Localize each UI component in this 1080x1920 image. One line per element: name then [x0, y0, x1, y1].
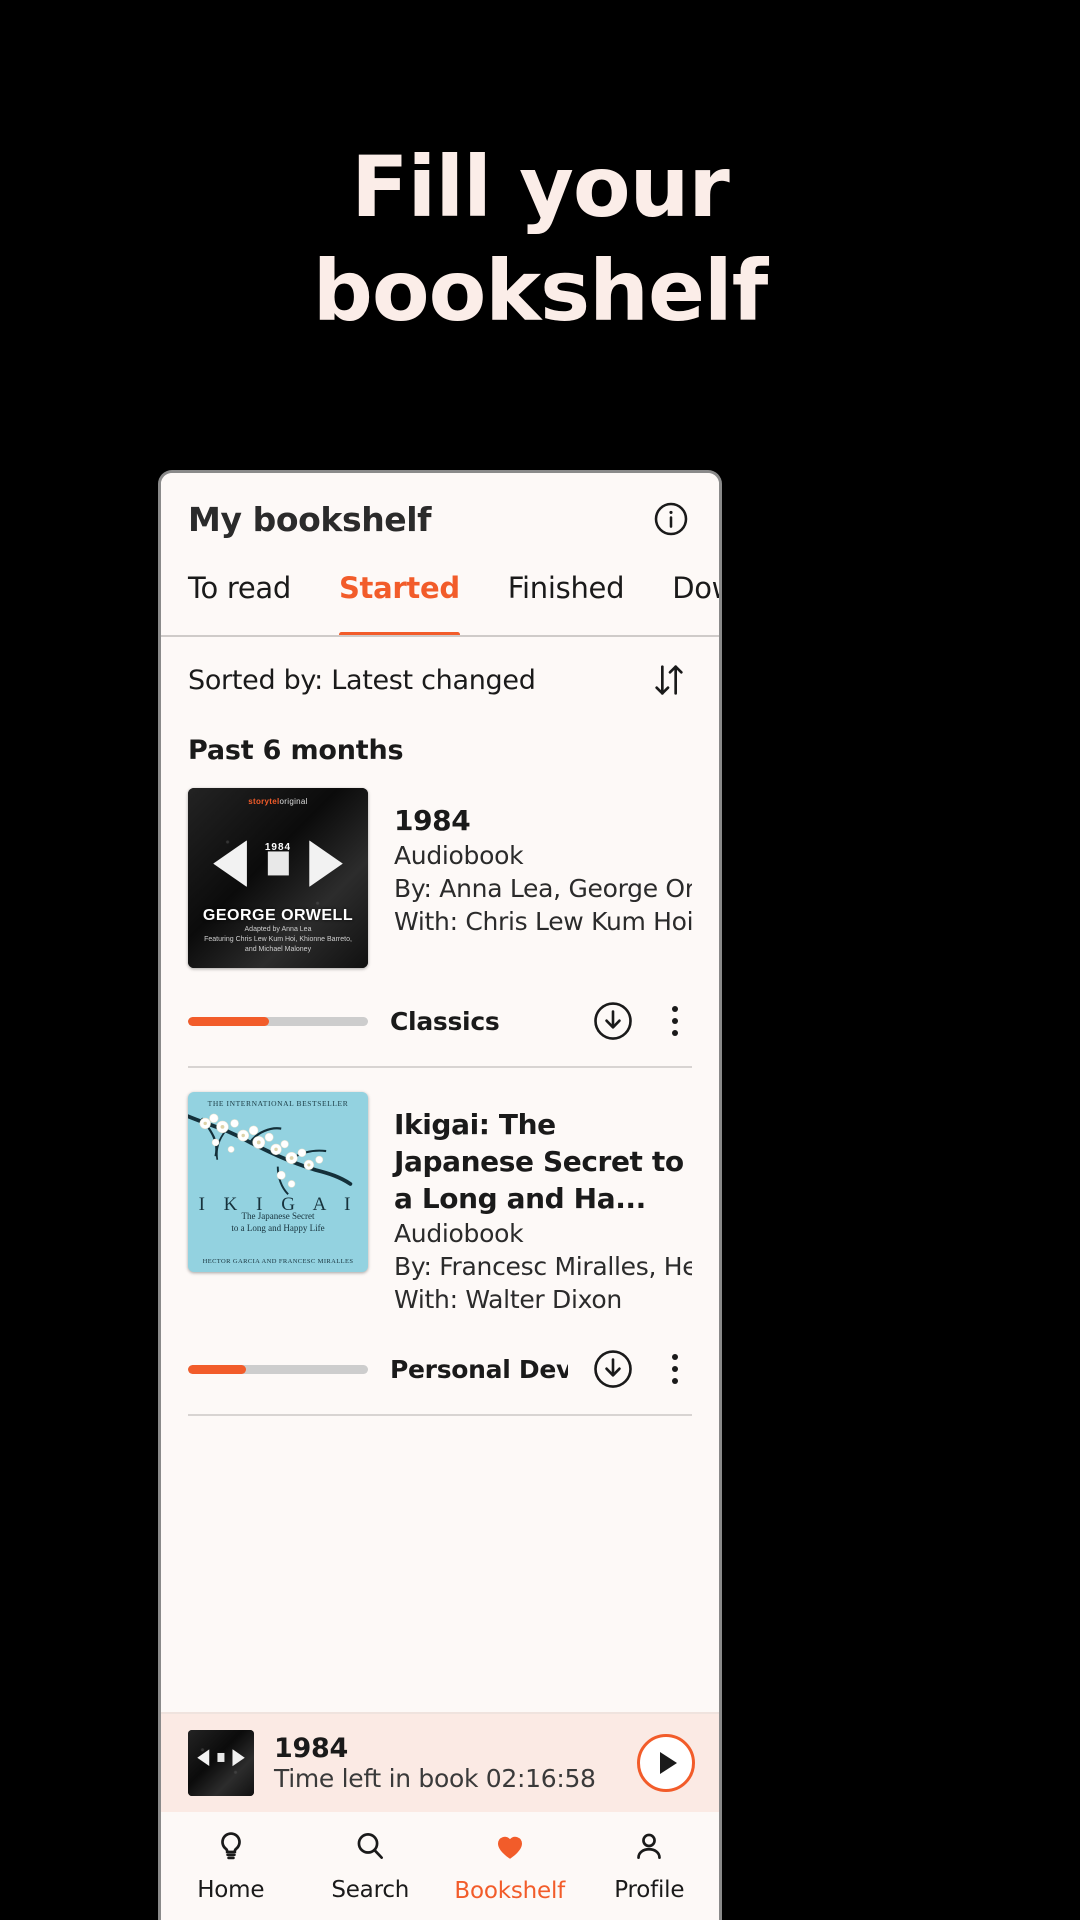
group-heading: Past 6 months [188, 735, 404, 766]
bookshelf-tabs[interactable]: To read Started Finished Downloa [161, 565, 719, 637]
cover-subtitle-line-2: to a Long and Happy Life [231, 1223, 325, 1234]
cover-blossom-art [188, 1114, 353, 1196]
book-progress-row: Personal Develop... [188, 1316, 692, 1414]
tab-label: Finished [507, 571, 625, 605]
download-circle-icon[interactable] [590, 998, 636, 1044]
cover-brand: storyteloriginal [188, 797, 368, 806]
cover-brand-original: original [279, 797, 308, 806]
phone-mockup: My bookshelf To read Started Finished Do… [158, 470, 722, 1920]
mini-player-time-left: Time left in book 02:16:58 [274, 1764, 596, 1793]
lightbulb-icon [214, 1829, 248, 1868]
headline-line-1: Fill your [351, 138, 730, 236]
tab-started[interactable]: Started [338, 565, 482, 635]
book-title: 1984 [394, 804, 471, 837]
book-genre: Classics [390, 1006, 500, 1036]
cover-subtitle: The Japanese Secret to a Long and Happy … [188, 1210, 368, 1234]
nav-item-profile[interactable]: Profile [580, 1829, 720, 1903]
nav-label: Bookshelf [454, 1878, 566, 1904]
book-cover[interactable]: storyteloriginal 1984 GEORGE ORWELL Adap… [188, 788, 368, 968]
tab-to-read[interactable]: To read [188, 565, 313, 635]
sort-bar: Sorted by: Latest changed [161, 637, 719, 723]
bookshelf-list: Past 6 months storyteloriginal 1984 GEOR… [161, 723, 719, 1712]
play-icon[interactable] [637, 1734, 695, 1792]
cover-brand-storytel: storytel [248, 797, 280, 806]
more-vertical-icon[interactable] [658, 1354, 692, 1384]
heart-icon [492, 1828, 528, 1869]
book-author: By: Francesc Miralles, Hector... [394, 1252, 692, 1281]
tab-finished[interactable]: Finished [508, 565, 646, 635]
nav-item-search[interactable]: Search [301, 1829, 441, 1903]
mini-player[interactable]: 1984 Time left in book 02:16:58 [161, 1712, 719, 1812]
search-icon [353, 1829, 387, 1868]
app-bar: My bookshelf [161, 473, 719, 565]
tab-label: To read [188, 571, 291, 605]
mini-player-text: 1984 Time left in book 02:16:58 [274, 1733, 617, 1793]
cover-eye-art [197, 1749, 245, 1767]
cover-authors: HECTOR GARCIA AND FRANCESC MIRALLES [202, 1257, 354, 1265]
cover-subtitle-line-1: The Japanese Secret [241, 1211, 315, 1222]
list-item[interactable]: storyteloriginal 1984 GEORGE ORWELL Adap… [188, 788, 692, 968]
progress-bar [188, 1364, 368, 1374]
cover-credits: Adapted by Anna Lea Featuring Chris Lew … [188, 925, 368, 955]
book-format: Audiobook [394, 1219, 524, 1248]
tab-label: Downloa [672, 571, 719, 605]
book-narrator: With: Chris Lew Kum Hoi, Mi... [394, 907, 692, 936]
screenshot-root: Fill your bookshelf My bookshelf To read… [0, 0, 1080, 1920]
book-author: By: Anna Lea, George Orwell [394, 874, 692, 903]
tab-downloaded[interactable]: Downloa [672, 565, 719, 635]
mini-player-title: 1984 [274, 1733, 348, 1764]
nav-label: Home [197, 1877, 265, 1903]
progress-bar [188, 1016, 368, 1026]
cover-author: GEORGE ORWELL [202, 906, 354, 924]
list-divider [188, 1066, 692, 1068]
mini-player-cover[interactable] [188, 1730, 254, 1796]
nav-item-home[interactable]: Home [161, 1829, 301, 1903]
progress-fill [188, 1016, 269, 1026]
cover-credit-2: Featuring Chris Lew Kum Hoi, Khionne Bar… [204, 936, 352, 944]
progress-fill [188, 1364, 246, 1374]
list-item[interactable]: THE INTERNATIONAL BESTSELLER I K I G A I… [188, 1092, 692, 1316]
book-genre: Personal Develop... [390, 1354, 568, 1384]
book-title: Ikigai: The Japanese Secret to a Long an… [394, 1108, 684, 1215]
book-meta: 1984 Audiobook By: Anna Lea, George Orwe… [394, 788, 692, 968]
nav-label: Profile [614, 1877, 685, 1903]
book-format: Audiobook [394, 841, 524, 870]
cover-credit-3: and Michael Maloney [244, 946, 312, 954]
headline-line-2: bookshelf [312, 242, 769, 340]
book-cover[interactable]: THE INTERNATIONAL BESTSELLER I K I G A I… [188, 1092, 368, 1272]
sort-label: Sorted by: Latest changed [188, 664, 536, 696]
book-progress-row: Classics [188, 968, 692, 1066]
promo-headline: Fill your bookshelf [0, 135, 1080, 343]
tab-label: Started [338, 571, 460, 605]
person-icon [632, 1829, 666, 1868]
bottom-navigation[interactable]: Home Search Bookshelf Profile [161, 1812, 719, 1920]
list-divider [188, 1414, 692, 1416]
cover-credit-1: Adapted by Anna Lea [244, 926, 312, 934]
book-meta: Ikigai: The Japanese Secret to a Long an… [394, 1092, 692, 1316]
nav-label: Search [331, 1877, 410, 1903]
download-circle-icon[interactable] [590, 1346, 636, 1392]
book-narrator: With: Walter Dixon [394, 1285, 622, 1314]
info-circle-icon[interactable] [651, 499, 691, 539]
page-title: My bookshelf [188, 499, 432, 539]
cover-year: 1984 [264, 842, 292, 853]
more-vertical-icon[interactable] [658, 1006, 692, 1036]
sort-arrows-icon[interactable] [647, 658, 691, 702]
nav-item-bookshelf[interactable]: Bookshelf [440, 1828, 580, 1904]
